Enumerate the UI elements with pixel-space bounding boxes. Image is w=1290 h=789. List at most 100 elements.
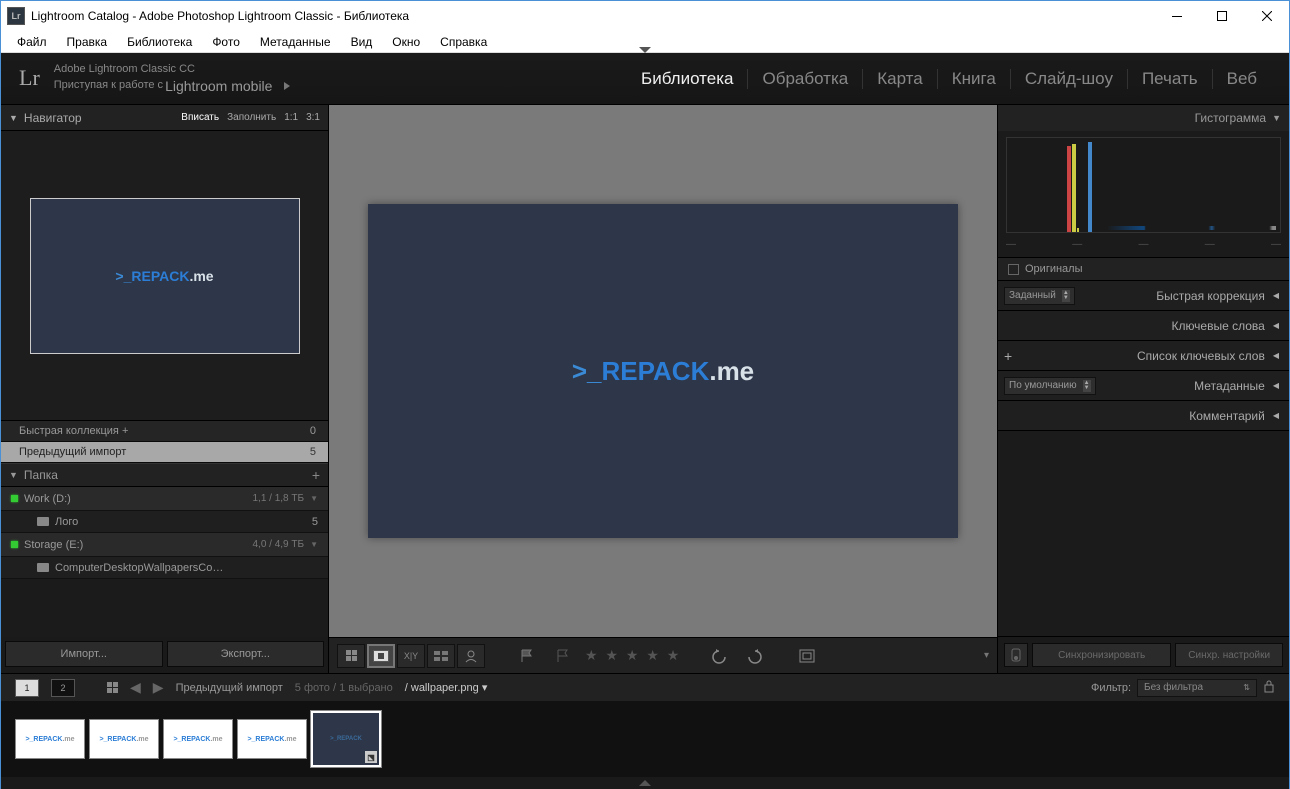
histogram-header[interactable]: Гистограмма ▼ xyxy=(998,105,1289,131)
grid-view-button[interactable] xyxy=(337,644,365,668)
window-titlebar: Lr Lightroom Catalog - Adobe Photoshop L… xyxy=(1,1,1289,31)
grid-icon[interactable] xyxy=(107,682,118,693)
loupe-view-button[interactable] xyxy=(367,644,395,668)
brand-line1: Adobe Lightroom Classic CC xyxy=(54,62,291,76)
people-view-button[interactable] xyxy=(457,644,485,668)
brand-bar: Lr Adobe Lightroom Classic CC Приступая … xyxy=(1,53,1289,105)
chevron-down-icon: ▼ xyxy=(1272,113,1281,123)
folder-row[interactable]: ComputerDesktopWallpapersCo… xyxy=(1,557,328,579)
menu-metadata[interactable]: Метаданные xyxy=(250,33,341,51)
panel-row-Список ключевых слов[interactable]: +Список ключевых слов◀ xyxy=(998,341,1289,371)
toolbar: X|Y ★ ★ ★ ★ ★ ▾ xyxy=(329,637,997,673)
flag-reject-icon[interactable] xyxy=(549,644,577,668)
folders-header[interactable]: ▼ Папка + xyxy=(1,463,328,487)
nav-zoom-Вписать[interactable]: Вписать xyxy=(181,112,219,123)
compare-view-button[interactable]: X|Y xyxy=(397,644,425,668)
flag-pick-icon[interactable] xyxy=(513,644,541,668)
nav-zoom-Заполнить[interactable]: Заполнить xyxy=(227,112,276,123)
volume-row[interactable]: Storage (E:)4,0 / 4,9 ТБ▼ xyxy=(1,533,328,557)
checkbox-icon[interactable] xyxy=(1008,264,1019,275)
panel-row-Комментарий[interactable]: Комментарий◀ xyxy=(998,401,1289,431)
volume-row[interactable]: Work (D:)1,1 / 1,8 ТБ▼ xyxy=(1,487,328,511)
module-Карта[interactable]: Карта xyxy=(863,69,938,89)
navigator-zoom-options: Вписать Заполнить 1:1 3:1 xyxy=(181,112,320,123)
catalog-list: Быстрая коллекция +0Предыдущий импорт5 xyxy=(1,421,328,463)
image-canvas[interactable]: >_REPACK.me xyxy=(329,105,997,637)
rotate-cw-icon[interactable] xyxy=(741,644,769,668)
dropdown[interactable]: По умолчанию▲▼ xyxy=(1004,377,1096,395)
filter-value: Без фильтра xyxy=(1144,682,1203,693)
module-Книга[interactable]: Книга xyxy=(938,69,1011,89)
maximize-button[interactable] xyxy=(1199,1,1244,31)
menu-window[interactable]: Окно xyxy=(382,33,430,51)
catalog-row[interactable]: Быстрая коллекция +0 xyxy=(1,421,328,442)
import-button[interactable]: Импорт... xyxy=(5,641,163,667)
app-icon: Lr xyxy=(7,7,25,25)
folder-row[interactable]: Лого5 xyxy=(1,511,328,533)
left-panel: ▼ Навигатор ВписатьЗаполнить1:13:1 >_REP… xyxy=(1,105,329,673)
rotate-ccw-icon[interactable] xyxy=(705,644,733,668)
dropdown[interactable]: Заданный▲▼ xyxy=(1004,287,1075,305)
thumbnail-selected[interactable]: >_REPACK⬔ xyxy=(311,711,381,767)
histogram[interactable] xyxy=(1006,137,1281,233)
panel-row-Быстрая коррекция[interactable]: Заданный▲▼Быстрая коррекция◀ xyxy=(998,281,1289,311)
menu-photo[interactable]: Фото xyxy=(202,33,250,51)
module-Слайд-шоу[interactable]: Слайд-шоу xyxy=(1011,69,1128,89)
sync-settings-button[interactable]: Синхр. настройки xyxy=(1175,643,1283,667)
close-button[interactable] xyxy=(1244,1,1289,31)
minimize-button[interactable] xyxy=(1154,1,1199,31)
next-arrow-icon[interactable]: ▶ xyxy=(153,679,164,696)
sync-button[interactable]: Синхронизировать xyxy=(1032,643,1171,667)
monitor-2-button[interactable]: 2 xyxy=(51,679,75,697)
menu-help[interactable]: Справка xyxy=(430,33,497,51)
filter-dropdown[interactable]: Без фильтра⇅ xyxy=(1137,679,1257,697)
menu-library[interactable]: Библиотека xyxy=(117,33,202,51)
histogram-ticks: ————— xyxy=(1006,239,1281,253)
menu-file[interactable]: Файл xyxy=(7,33,57,51)
sync-toggle-icon[interactable] xyxy=(1004,643,1028,667)
thumbnail[interactable]: >_REPACK.me xyxy=(163,719,233,759)
module-Библиотека[interactable]: Библиотека xyxy=(627,69,748,89)
plus-icon[interactable]: + xyxy=(1004,348,1012,364)
bottom-bar xyxy=(1,777,1289,789)
menu-view[interactable]: Вид xyxy=(341,33,383,51)
collapse-bottom-icon[interactable] xyxy=(639,780,651,786)
lr-logo: Lr xyxy=(19,65,40,91)
frame-icon[interactable] xyxy=(793,644,821,668)
center-panel: >_REPACK.me X|Y ★ ★ ★ ★ ★ xyxy=(329,105,997,673)
catalog-row[interactable]: Предыдущий импорт5 xyxy=(1,442,328,463)
brand-line2b[interactable]: Lightroom mobile xyxy=(165,77,272,95)
play-icon[interactable] xyxy=(284,82,290,90)
export-button[interactable]: Экспорт... xyxy=(167,641,325,667)
filmstrip[interactable]: >_REPACK.me >_REPACK.me >_REPACK.me >_RE… xyxy=(1,701,1289,777)
thumbnail[interactable]: >_REPACK.me xyxy=(237,719,307,759)
navigator-preview[interactable]: >_REPACK.me xyxy=(1,131,328,421)
monitor-1-button[interactable]: 1 xyxy=(15,679,39,697)
thumbnail[interactable]: >_REPACK.me xyxy=(89,719,159,759)
module-Обработка[interactable]: Обработка xyxy=(748,69,863,89)
menu-edit[interactable]: Правка xyxy=(57,33,118,51)
module-Печать[interactable]: Печать xyxy=(1128,69,1213,89)
thumbnail[interactable]: >_REPACK.me xyxy=(15,719,85,759)
brand-line2a: Приступая к работе с xyxy=(54,78,163,92)
panel-row-Ключевые слова[interactable]: Ключевые слова◀ xyxy=(998,311,1289,341)
canvas-main: REPACK xyxy=(601,356,709,386)
nav-zoom-1:1[interactable]: 1:1 xyxy=(284,112,298,123)
originals-row[interactable]: Оригиналы xyxy=(998,257,1289,281)
filmstrip-breadcrumb[interactable]: Предыдущий импорт xyxy=(176,682,283,694)
module-picker: БиблиотекаОбработкаКартаКнигаСлайд-шоуПе… xyxy=(627,69,1271,89)
rating-stars[interactable]: ★ ★ ★ ★ ★ xyxy=(585,647,681,664)
collapse-top-icon[interactable] xyxy=(639,47,651,53)
navigator-header[interactable]: ▼ Навигатор ВписатьЗаполнить1:13:1 xyxy=(1,105,328,131)
nav-zoom-3:1[interactable]: 3:1 xyxy=(306,112,320,123)
volume-list: Work (D:)1,1 / 1,8 ТБ▼Лого5Storage (E:)4… xyxy=(1,487,328,579)
survey-view-button[interactable] xyxy=(427,644,455,668)
volume-status-icon xyxy=(11,541,18,548)
module-Веб[interactable]: Веб xyxy=(1213,69,1271,89)
filmstrip-header: 1 2 ◀ ▶ Предыдущий импорт 5 фото / 1 выб… xyxy=(1,673,1289,701)
filter-lock-icon[interactable] xyxy=(1263,679,1275,696)
prev-arrow-icon[interactable]: ◀ xyxy=(130,679,141,696)
panel-row-Метаданные[interactable]: По умолчанию▲▼Метаданные◀ xyxy=(998,371,1289,401)
toolbar-chevron-icon[interactable]: ▾ xyxy=(984,650,989,661)
add-folder-icon[interactable]: + xyxy=(312,467,320,483)
